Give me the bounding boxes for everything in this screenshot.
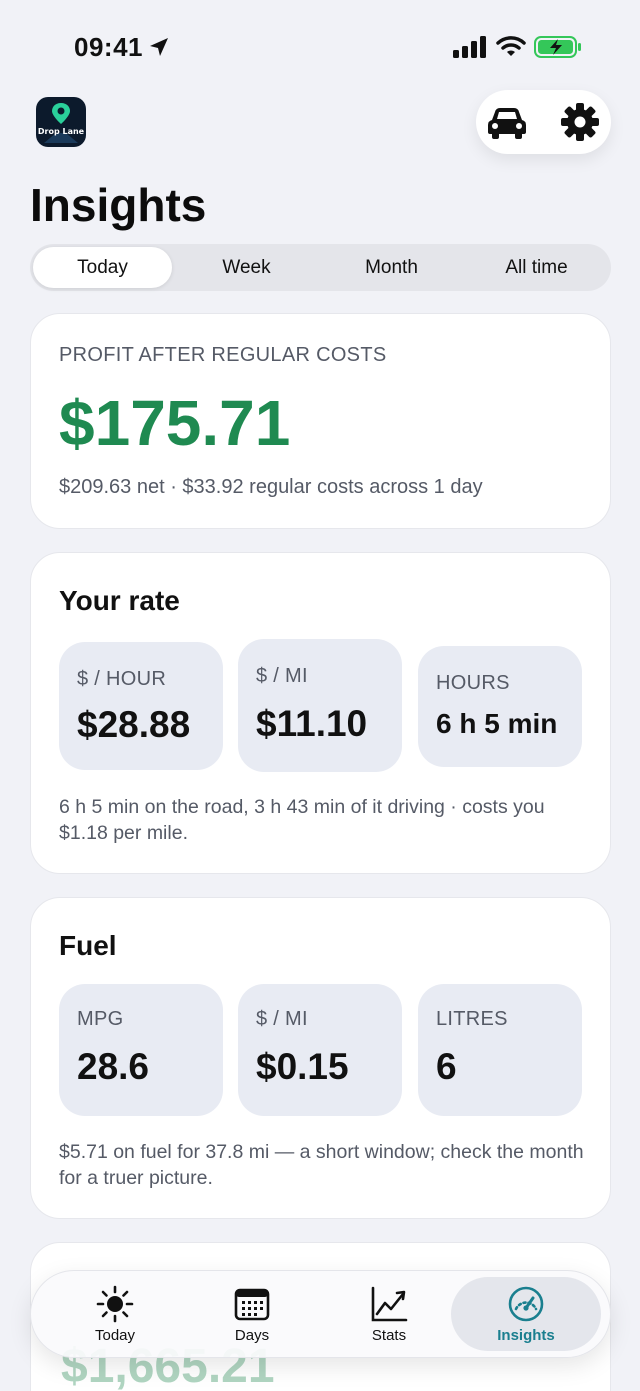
cellular-signal-icon — [453, 36, 486, 58]
fuel-note: $5.71 on fuel for 37.8 mi — a short wind… — [59, 1141, 584, 1189]
tab-label: Stats — [371, 1327, 407, 1344]
chart-icon — [371, 1286, 408, 1322]
tile-value: $11.10 — [256, 703, 368, 744]
segment-today[interactable]: Today — [33, 247, 172, 288]
fuel-tile-mpg: MPG 28.6 — [59, 984, 223, 1116]
tab-today[interactable]: Today — [45, 1277, 185, 1351]
rate-tile-per-hour: $ / HOUR $28.88 — [59, 642, 223, 770]
rate-note: 6 h 5 min on the road, 3 h 43 min of it … — [59, 796, 545, 844]
gauge-icon — [508, 1286, 544, 1322]
app-logo: Drop Lane — [36, 97, 86, 147]
logo-wordmark: Drop Lane — [37, 127, 85, 136]
location-arrow-icon — [150, 38, 168, 56]
fuel-tile-litres: LITRES 6 — [418, 984, 582, 1116]
tile-value: 6 — [436, 1046, 457, 1087]
gear-icon[interactable] — [560, 102, 600, 142]
top-actions — [476, 90, 611, 154]
segment-week[interactable]: Week — [177, 247, 316, 288]
battery-charging-icon — [534, 36, 581, 58]
tab-label: Insights — [497, 1327, 555, 1344]
tile-label: MPG — [77, 1008, 124, 1030]
rate-tile-hours: HOURS 6 h 5 min — [418, 646, 582, 767]
tab-label: Days — [234, 1327, 270, 1344]
car-icon[interactable] — [486, 102, 528, 142]
tile-value: 6 h 5 min — [436, 708, 558, 739]
tab-label: Today — [94, 1327, 136, 1344]
sun-icon — [96, 1285, 134, 1323]
tile-value: $28.88 — [77, 704, 191, 745]
tile-label: LITRES — [436, 1008, 508, 1030]
rate-tile-per-mile: $ / MI $11.10 — [238, 639, 402, 772]
segment-all-time[interactable]: All time — [467, 247, 606, 288]
status-time: 09:41 — [74, 32, 143, 62]
rate-title: Your rate — [59, 585, 180, 616]
profit-value: $175.71 — [59, 387, 291, 459]
profit-subtext: $209.63 net · $33.92 regular costs acros… — [59, 476, 483, 498]
tile-label: $ / MI — [256, 665, 308, 687]
tab-days[interactable]: Days — [182, 1277, 322, 1351]
tile-label: $ / HOUR — [77, 668, 167, 690]
tab-stats[interactable]: Stats — [319, 1277, 459, 1351]
tile-value: 28.6 — [77, 1046, 150, 1087]
page-title: Insights — [30, 179, 207, 231]
segment-month[interactable]: Month — [322, 247, 461, 288]
tab-bar: Today Days Stats Insights — [30, 1270, 611, 1358]
status-bar: 09:41 — [0, 0, 640, 90]
tab-insights[interactable]: Insights — [451, 1277, 601, 1351]
profit-label: PROFIT AFTER REGULAR COSTS — [59, 344, 387, 366]
tile-value: $0.15 — [256, 1046, 349, 1087]
tile-label: $ / MI — [256, 1008, 308, 1030]
fuel-title: Fuel — [59, 930, 117, 961]
wifi-icon — [496, 36, 526, 56]
fuel-card: Fuel MPG 28.6 $ / MI $0.15 LITRES 6 $5.7… — [30, 897, 611, 1219]
fuel-tile-per-mile: $ / MI $0.15 — [238, 984, 402, 1116]
period-segmented-control: Today Week Month All time — [30, 244, 611, 291]
map-pin-icon — [44, 103, 78, 143]
tile-label: HOURS — [436, 672, 510, 694]
rate-card: Your rate $ / HOUR $28.88 $ / MI $11.10 … — [30, 552, 611, 874]
profit-card: PROFIT AFTER REGULAR COSTS $175.71 $209.… — [30, 313, 611, 529]
calendar-icon — [234, 1288, 270, 1321]
